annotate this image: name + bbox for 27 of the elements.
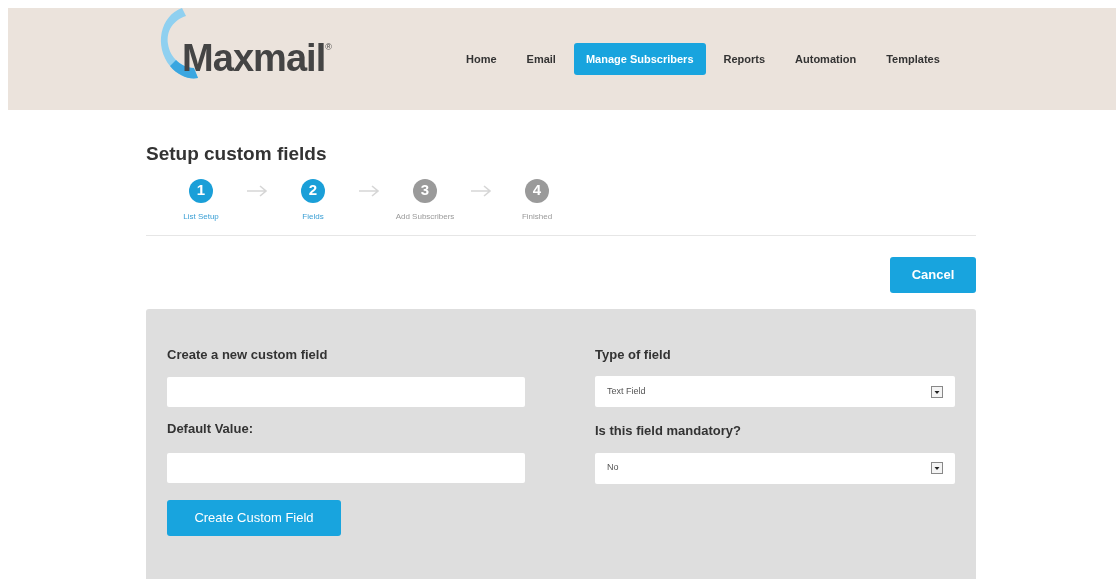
- nav-tab[interactable]: Email: [514, 42, 568, 76]
- step-number: 4: [525, 178, 549, 203]
- input-field[interactable]: [167, 377, 525, 407]
- arrow-icon: [246, 184, 268, 197]
- step-number: 3: [413, 178, 437, 203]
- nav-tab[interactable]: Templates: [874, 42, 952, 76]
- step-number: 1: [189, 178, 213, 203]
- registered-mark: ®: [325, 42, 332, 53]
- field-label: Create a new custom field: [167, 345, 329, 364]
- field-label: Type of field: [595, 345, 672, 364]
- step-number: 2: [301, 178, 325, 203]
- field-label: Default Value:: [167, 420, 254, 438]
- select-field[interactable]: No: [595, 452, 955, 484]
- input-field[interactable]: [167, 452, 525, 483]
- nav-tab[interactable]: Reports: [711, 42, 778, 76]
- step-label: Fields: [302, 210, 324, 223]
- nav-tab[interactable]: Home: [454, 42, 509, 76]
- step-label: Add Subscribers: [395, 210, 455, 223]
- nav-tab[interactable]: Automation: [783, 42, 869, 76]
- arrow-icon: [358, 184, 380, 197]
- step-label: Finished: [521, 210, 553, 223]
- logo-text: Maxmail: [182, 36, 326, 82]
- arrow-icon: [470, 184, 492, 197]
- page-title: Setup custom fields: [146, 142, 328, 166]
- select-field[interactable]: Text Field: [595, 376, 955, 407]
- step-label: List Setup: [183, 210, 219, 223]
- field-label: Is this field mandatory?: [595, 422, 742, 440]
